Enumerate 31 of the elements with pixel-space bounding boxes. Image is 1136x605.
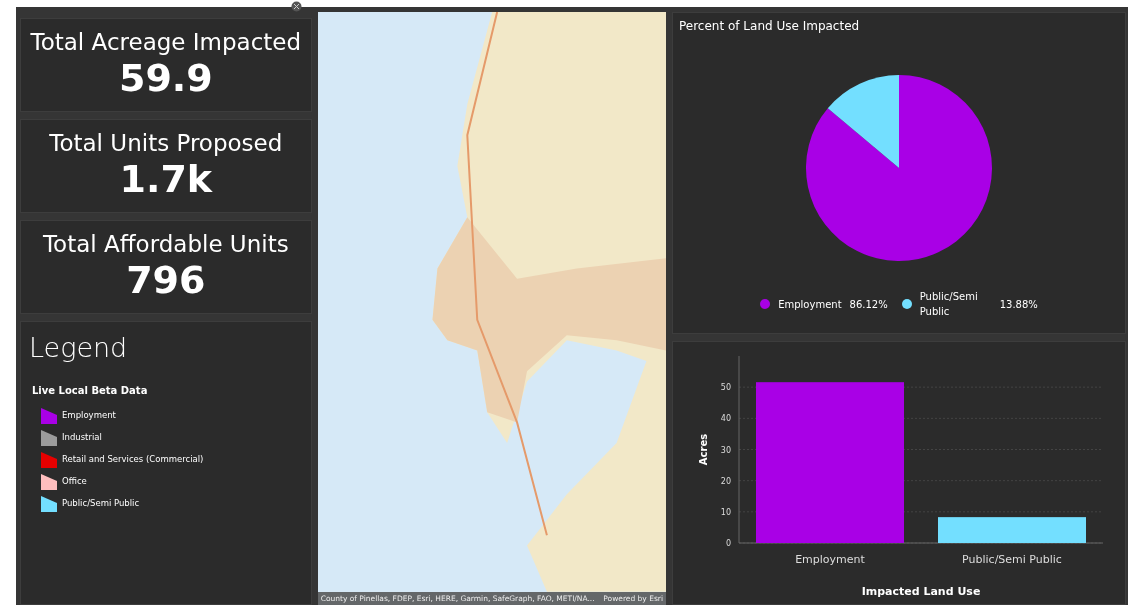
- axis-tick-label: 10: [720, 507, 731, 517]
- category-label: Public/Semi Public: [962, 553, 1062, 566]
- stat-label: Total Affordable Units: [42, 231, 289, 259]
- axis-tick-label: 20: [720, 476, 731, 486]
- legend-label: Public/Semi Public: [919, 290, 979, 319]
- stat-value: 59.9: [118, 56, 213, 101]
- axis-tick-label: 50: [720, 383, 731, 393]
- legend-dot: [760, 299, 771, 309]
- axis-tick-label: 30: [720, 445, 731, 455]
- legend-value: 13.88%: [999, 297, 1038, 312]
- legend-label: Employment: [62, 409, 116, 422]
- stat-value: 796: [126, 258, 206, 303]
- axis-tick-label: 0: [725, 539, 731, 548]
- legend-title: Legend: [29, 331, 129, 365]
- legend-label: Employment: [778, 297, 842, 312]
- axis-tick-label: 40: [720, 414, 731, 424]
- stat-label: Total Acreage Impacted: [30, 29, 302, 57]
- legend-label: Office: [62, 475, 87, 488]
- legend-dot: [901, 299, 912, 309]
- chart-title: Percent of Land Use Impacted: [679, 18, 861, 35]
- legend-layer-name: Live Local Beta Data: [32, 383, 148, 398]
- stat-label: Total Units Proposed: [49, 130, 283, 158]
- legend-value: 86.12%: [849, 297, 888, 312]
- category-label: Employment: [795, 553, 865, 566]
- y-axis-title: Acres: [698, 433, 709, 466]
- expand-icon[interactable]: [291, 1, 302, 12]
- legend-label: Public/Semi Public: [62, 497, 140, 510]
- stat-value: 1.7k: [119, 157, 213, 202]
- legend-label: Retail and Services (Commercial): [62, 453, 204, 466]
- legend-label: Industrial: [62, 431, 102, 444]
- x-axis-title: Impacted Land Use: [861, 585, 981, 598]
